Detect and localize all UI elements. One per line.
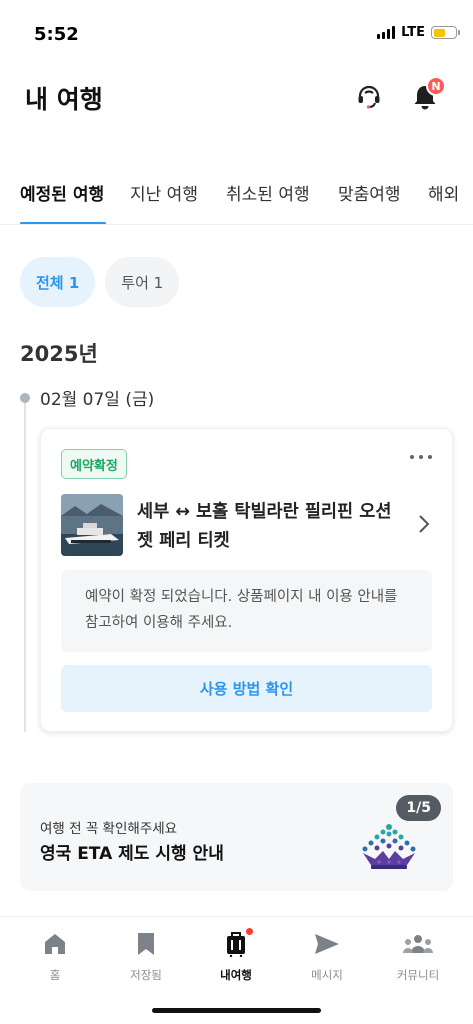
status-bar: 5:52 LTE (0, 0, 473, 60)
nav-label-messages: 메시지 (311, 968, 343, 982)
crown-emblem-icon (357, 821, 421, 875)
signal-icon (377, 26, 396, 39)
notification-badge: N (426, 76, 446, 96)
filter-chip-tour[interactable]: 투어 1 (105, 257, 180, 307)
filter-chip-all[interactable]: 전체 1 (20, 257, 96, 307)
nav-label-my-trips: 내여행 (220, 968, 252, 982)
home-indicator (152, 1008, 321, 1013)
nav-label-community: 커뮤니티 (396, 968, 440, 982)
usage-guide-button[interactable]: 사용 방법 확인 (61, 665, 432, 712)
banner-page-counter: 1/5 (396, 795, 441, 821)
header: 내 여행 N (0, 70, 473, 125)
tab-past[interactable]: 지난 여행 (130, 180, 198, 205)
nav-messages[interactable]: 메시지 (287, 931, 367, 983)
trip-tabs: 예정된 여행 지난 여행 취소된 여행 맞춤여행 해외 (0, 175, 473, 225)
bell-icon[interactable]: N (408, 76, 446, 114)
promo-banner[interactable]: 여행 전 꼭 확인해주세요 영국 ETA 제도 시행 안내 1/5 (20, 783, 453, 891)
page-title: 내 여행 (25, 85, 103, 114)
nav-home[interactable]: 홈 (15, 931, 95, 983)
nav-my-trips[interactable]: 내여행 (196, 928, 276, 983)
product-thumbnail (61, 494, 123, 556)
booking-notice: 예약이 확정 되었습니다. 상품페이지 내 이용 안내를 참고하여 이용해 주세… (61, 570, 432, 652)
promo-title: 영국 ETA 제도 시행 안내 (40, 844, 224, 864)
community-icon (402, 931, 434, 957)
active-tab-indicator (20, 222, 106, 224)
year-heading: 2025년 (20, 342, 98, 366)
booking-card[interactable]: 예약확정 세부 ↔ 보홀 탁빌라란 필리핀 오션젯 페리 티켓 예약이 확정 되… (40, 428, 453, 732)
status-badge: 예약확정 (61, 449, 127, 479)
tab-cancelled[interactable]: 취소된 여행 (226, 180, 310, 205)
timeline-dot (20, 393, 30, 403)
chevron-right-icon (418, 514, 430, 538)
status-indicators: LTE (377, 25, 460, 40)
tab-custom[interactable]: 맞춤여행 (338, 180, 401, 205)
status-time: 5:52 (34, 24, 79, 45)
tab-upcoming[interactable]: 예정된 여행 (20, 180, 104, 205)
promo-subtitle: 여행 전 꼭 확인해주세요 (40, 821, 178, 837)
nav-community[interactable]: 커뮤니티 (378, 931, 458, 983)
customer-support-icon[interactable] (352, 80, 386, 114)
battery-icon (431, 26, 460, 39)
nav-saved[interactable]: 저장됨 (106, 931, 186, 983)
more-options-button[interactable] (410, 455, 432, 459)
luggage-icon (225, 928, 253, 957)
new-indicator-dot (246, 928, 253, 935)
filter-chips: 전체 1 투어 1 (20, 257, 180, 307)
send-icon (314, 931, 340, 957)
home-icon (43, 931, 67, 957)
product-link[interactable]: 세부 ↔ 보홀 탁빌라란 필리핀 오션젯 페리 티켓 (61, 492, 434, 557)
network-label: LTE (401, 25, 425, 40)
nav-label-home: 홈 (49, 968, 61, 982)
timeline-line (24, 402, 26, 732)
bookmark-icon (136, 931, 156, 957)
nav-label-saved: 저장됨 (130, 968, 162, 982)
trip-date: 02월 07일 (금) (40, 390, 155, 410)
product-title: 세부 ↔ 보홀 탁빌라란 필리핀 오션젯 페리 티켓 (137, 502, 392, 551)
tab-overseas[interactable]: 해외 (428, 180, 459, 205)
